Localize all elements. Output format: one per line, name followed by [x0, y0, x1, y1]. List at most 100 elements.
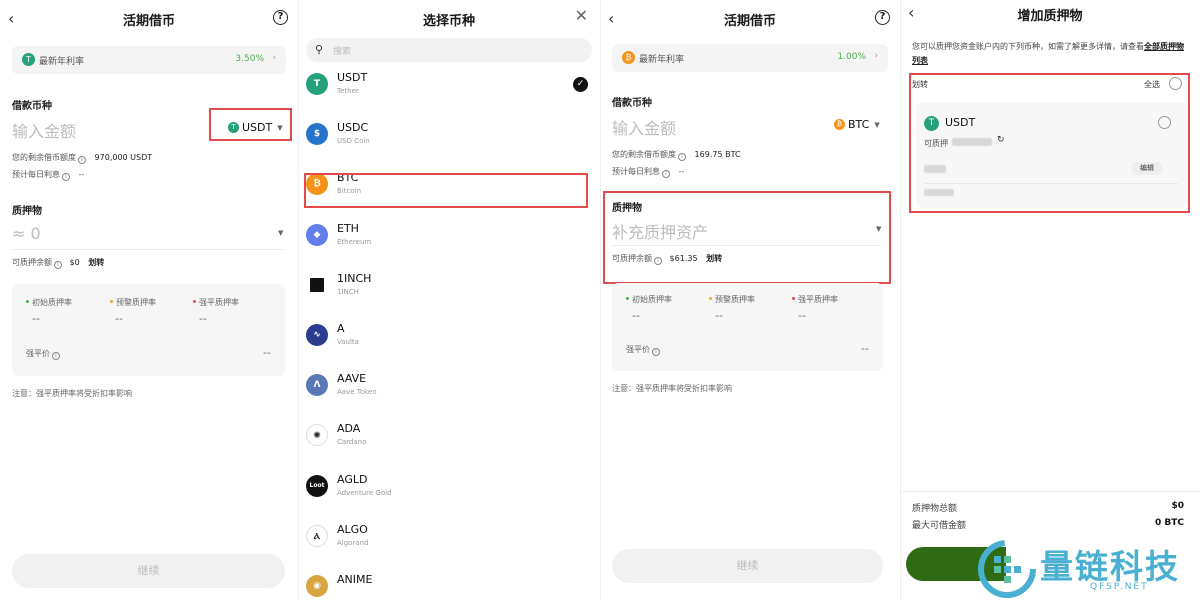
coin-list-item[interactable]: 1INCH 1INCH	[298, 262, 600, 312]
info-icon: i	[652, 348, 660, 356]
liquidation-ratio-label: 强平质押率	[792, 294, 838, 305]
note-text: 注意：强平质押率将受折扣率影响	[12, 389, 132, 398]
coin-symbol: USDC	[337, 121, 369, 135]
header: 选择币种 ✕	[298, 0, 600, 36]
panel-divider	[600, 0, 601, 600]
chevron-right-icon: ›	[272, 53, 276, 63]
coin-symbol: 1INCH	[337, 271, 372, 285]
warning-ratio-value: --	[715, 309, 723, 322]
note-text: 注意：强平质押率将受折扣率影响	[612, 384, 732, 393]
liquidation-price-value: --	[861, 342, 869, 355]
liquidation-ratio-value: --	[798, 309, 806, 322]
coin-name: Vaulta	[337, 338, 359, 346]
rate-label: 最新年利率	[39, 57, 85, 67]
available-label: 可质押余额	[12, 258, 52, 267]
1inch-coin-icon	[310, 277, 324, 292]
amount-input[interactable]: 输入金额	[12, 118, 76, 142]
continue-button[interactable]: 继续	[12, 554, 285, 588]
initial-ratio-label: 初始质押率	[626, 294, 672, 305]
ratio-metrics-card: 初始质押率 -- 预警质押率 -- 强平质押率 -- 强平价 i --	[612, 283, 883, 371]
page-title: 活期借币	[723, 14, 776, 29]
max-borrow-value: 0 BTC	[1155, 518, 1184, 528]
annual-rate-banner[interactable]: T 最新年利率 3.50% ›	[12, 46, 286, 74]
highlight-box	[909, 73, 1190, 213]
page-title: 选择币种	[422, 14, 475, 29]
initial-ratio-value: --	[32, 312, 40, 325]
divider	[12, 249, 284, 250]
borrow-coin-title: 借款币种	[12, 101, 52, 112]
intro-text: 您可以质押您资金账户内的下列币种，如需了解更多详情，请查看全部质押物列表	[912, 40, 1184, 68]
selected-check-icon: ✓	[573, 77, 588, 92]
a-coin-icon: ∿	[306, 324, 328, 346]
btc-coin-icon: ₿	[622, 51, 635, 64]
coin-list-item[interactable]: Loot AGLD Adventure Gold	[298, 463, 600, 513]
search-bar[interactable]: ⚲ 搜索	[306, 38, 592, 62]
daily-interest-value: --	[78, 170, 85, 179]
coin-list-item[interactable]: ✺ ADA Cardano	[298, 412, 600, 462]
coin-list-item[interactable]: Λ AAVE Aave Token	[298, 362, 600, 412]
daily-interest-value: --	[678, 167, 685, 176]
ratio-metrics-card: 初始质押率 -- 预警质押率 -- 强平质押率 -- 强平价 i --	[12, 284, 285, 376]
warning-ratio-value: --	[115, 312, 123, 325]
usdt-coin-icon: T	[306, 73, 328, 95]
collateral-title: 质押物	[12, 206, 42, 217]
ada-coin-icon: ✺	[306, 424, 328, 447]
highlight-box	[603, 191, 891, 284]
remaining-value: 970,000 USDT	[94, 153, 153, 162]
transfer-link[interactable]: 划转	[88, 258, 104, 267]
liquidation-ratio-value: --	[199, 312, 207, 325]
initial-ratio-value: --	[632, 309, 640, 322]
select-coin-screen: 选择币种 ✕ ⚲ 搜索 T USDT Tether ✓ $ USDC USD Coin ₿ BT…	[298, 0, 600, 600]
liquidation-price-value: --	[263, 346, 271, 359]
page-title: 活期借币	[122, 14, 175, 29]
remaining-label: 您的剩余借币额度	[612, 150, 676, 159]
chevron-right-icon: ›	[874, 51, 878, 61]
liquidation-price-label: 强平价 i	[626, 344, 662, 356]
panel-divider	[298, 0, 299, 600]
algo-coin-icon: Ⲁ	[306, 524, 328, 547]
rate-value: 1.00%	[837, 52, 866, 62]
info-icon[interactable]: i	[662, 170, 670, 178]
max-borrow-label: 最大可借金额	[912, 521, 967, 531]
coin-list-item[interactable]: Ⲁ ALGO Algorand	[298, 513, 600, 563]
help-icon[interactable]: ?	[273, 10, 288, 25]
daily-interest-row: 预计每日利息 i --	[612, 166, 684, 178]
collateral-amount[interactable]: ≈ 0	[12, 224, 41, 243]
coin-name: Algorand	[337, 538, 369, 547]
coin-list-item[interactable]: T USDT Tether ✓	[298, 61, 600, 111]
continue-button[interactable]: 继续	[612, 549, 883, 583]
info-icon[interactable]: i	[678, 153, 686, 161]
remaining-quota-row: 您的剩余借币额度 i 970,000 USDT	[12, 152, 152, 164]
agld-coin-icon: Loot	[306, 474, 328, 497]
close-icon[interactable]: ✕	[575, 6, 588, 25]
info-icon[interactable]: i	[54, 261, 62, 269]
info-icon[interactable]: i	[62, 173, 70, 181]
coin-name: Cardano	[337, 438, 367, 447]
coin-name: 1INCH	[337, 287, 359, 296]
info-icon: i	[52, 352, 60, 360]
borrow-screen-btc: ‹ 活期借币 ? ₿ 最新年利率 1.00% › 借款币种 输入金额 ₿ BTC…	[600, 0, 900, 600]
caret-down-icon[interactable]: ▼	[278, 229, 283, 237]
coin-name: Tether	[337, 87, 359, 95]
help-icon[interactable]: ?	[875, 10, 890, 25]
daily-interest-row: 预计每日利息 i --	[12, 169, 84, 181]
coin-name: USD Coin	[337, 137, 370, 146]
aave-coin-icon: Λ	[306, 374, 328, 397]
coin-symbol: USDT	[337, 71, 368, 84]
header: ‹ 增加质押物	[900, 0, 1200, 36]
coin-symbol: ETH	[337, 221, 359, 235]
annual-rate-banner[interactable]: ₿ 最新年利率 1.00% ›	[612, 44, 888, 72]
coin-list-item[interactable]: ◆ ETH Ethereum	[298, 212, 600, 262]
total-collateral-label: 质押物总额	[912, 504, 958, 514]
coin-list-item[interactable]: $ USDC USD Coin	[298, 111, 600, 161]
coin-symbol: ANIME	[337, 573, 373, 586]
available-value: $0	[69, 258, 80, 267]
info-icon[interactable]: i	[78, 156, 86, 164]
available-collateral-row: 可质押余额 i $0 划转	[12, 257, 104, 269]
coin-list-item[interactable]: ∿ A Vaulta	[298, 312, 600, 362]
coin-selector[interactable]: ₿ BTC ▼	[834, 118, 880, 131]
watermark-text: 量链科技	[1040, 547, 1180, 586]
amount-input[interactable]: 输入金额	[612, 115, 676, 139]
coin-list-item[interactable]: ◉ ANIME	[298, 563, 600, 600]
daily-interest-label: 预计每日利息	[612, 167, 660, 176]
